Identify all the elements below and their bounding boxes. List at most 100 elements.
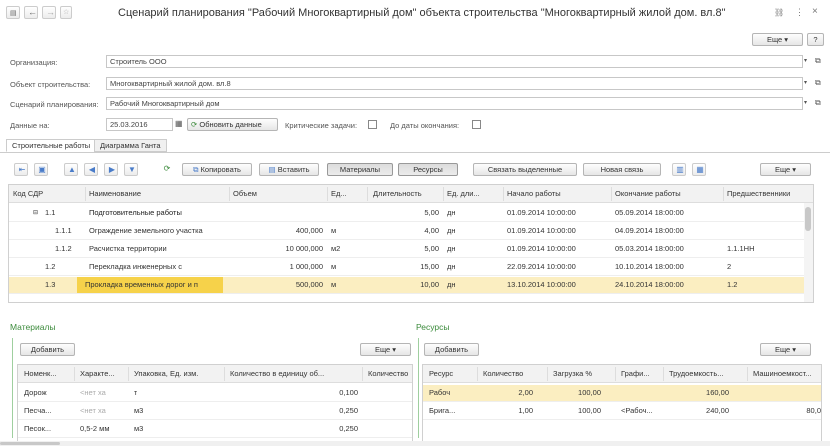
scrollbar-thumb[interactable] [805, 207, 811, 231]
table-row[interactable]: Дорож <нет ха т 0,100 [18, 385, 412, 402]
cell-dunit: дн [447, 244, 456, 253]
org-field[interactable]: Строитель ООО [106, 55, 803, 68]
column-header[interactable]: Машиноемкост... [753, 367, 821, 381]
scenario-field[interactable]: Рабочий Многоквартирный дом [106, 97, 803, 110]
table-row[interactable]: Песча... <нет ха м3 0,250 [18, 403, 412, 420]
critical-checkbox[interactable] [368, 120, 377, 129]
link-icon[interactable]: ⛓ [774, 8, 784, 17]
refresh-data-button[interactable]: ⟳ Обновить данные [187, 118, 278, 131]
date-field[interactable]: 25.03.2016 [106, 118, 173, 131]
column-header[interactable]: Количество [368, 367, 412, 381]
table-row-selected[interactable]: 1.3 Прокладка временных дорог и п 500,00… [9, 277, 813, 294]
refresh-button[interactable]: ⟳ [160, 163, 174, 176]
table-row[interactable]: ⊟ 1.1 Подготовительные работы 5,00 дн 01… [9, 205, 813, 222]
close-icon[interactable]: × [812, 6, 818, 17]
tab-gantt[interactable]: Диаграмма Ганта [94, 139, 167, 152]
forward-button[interactable]: → [42, 6, 56, 19]
refresh-icon: ⟳ [191, 120, 198, 129]
toolbar-more-button[interactable]: Еще ▾ [760, 163, 811, 176]
cell-name: Перекладка инженерных с [89, 262, 183, 271]
cell-code: 1.1.2 [55, 244, 72, 253]
materials-title: Материалы [10, 322, 56, 332]
column-header[interactable]: Ресурс [429, 367, 473, 381]
cell-labor: 240,00 [706, 406, 729, 415]
move-down-button[interactable]: ▼ [124, 163, 138, 176]
arrow-down-icon: ▼ [128, 165, 136, 174]
column-header[interactable]: Наименование [89, 187, 229, 201]
link-selected-button[interactable]: Связать выделенные [473, 163, 577, 176]
scenario-dropdown-button[interactable]: ▾ [804, 97, 814, 110]
open-icon[interactable]: ⧉ [815, 78, 821, 88]
open-icon[interactable]: ⧉ [815, 98, 821, 108]
column-header[interactable]: Упаковка, Ед. изм. [134, 367, 224, 381]
column-header[interactable]: Количество в единицу об... [230, 367, 358, 381]
resources-add-button[interactable]: Добавить [424, 343, 479, 356]
org-dropdown-button[interactable]: ▾ [804, 55, 814, 68]
column-header[interactable]: Длительность [373, 187, 443, 201]
column-header[interactable]: Код СДР [13, 187, 73, 201]
object-dropdown-button[interactable]: ▾ [804, 77, 814, 90]
column-header[interactable]: Загрузка % [553, 367, 613, 381]
column-header[interactable]: Характе... [80, 367, 126, 381]
column-header[interactable]: Предшественники [727, 187, 807, 201]
cell-unit: м [331, 280, 337, 289]
toolbar-more-label: Еще [774, 165, 791, 174]
resources-button[interactable]: Ресурсы [398, 163, 458, 176]
bookmark-button[interactable]: ☆ [60, 6, 72, 19]
cell-pack: м3 [134, 424, 144, 433]
vertical-scrollbar[interactable] [804, 203, 813, 302]
column-header[interactable]: Графи... [621, 367, 661, 381]
bottom-scrollbar[interactable] [0, 441, 830, 446]
table-row-selected[interactable]: Рабоч 2,00 100,00 160,00 [423, 385, 821, 402]
open-icon[interactable]: ⧉ [815, 56, 821, 66]
tab-construction-works[interactable]: Строительные работы [6, 139, 97, 152]
move-left-button[interactable]: ◀ [84, 163, 98, 176]
move-right-button[interactable]: ▶ [104, 163, 118, 176]
resources-more-button[interactable]: Еще ▾ [760, 343, 811, 356]
table-row[interactable]: 1.1.1 Ограждение земельного участка 400,… [9, 223, 813, 240]
column-header[interactable]: Ед... [331, 187, 361, 201]
paste-button[interactable]: ▤ Вставить [259, 163, 319, 176]
materials-more-button[interactable]: Еще ▾ [360, 343, 411, 356]
column-header[interactable]: Ед. дли... [447, 187, 497, 201]
refresh-icon: ⟳ [163, 164, 171, 173]
column-header[interactable]: Количество [483, 367, 543, 381]
more-button[interactable]: Еще ▾ [752, 33, 803, 46]
cell-end: 24.10.2014 18:00:00 [615, 280, 684, 289]
column-header[interactable]: Объем [233, 187, 313, 201]
deadline-checkbox[interactable] [472, 120, 481, 129]
column-header[interactable]: Номенк... [24, 367, 70, 381]
menu-icon: ▤ [10, 10, 17, 17]
new-link-button[interactable]: Новая связь [583, 163, 661, 176]
save-button[interactable]: ▣ [34, 163, 48, 176]
nav-icon-button[interactable]: ▤ [6, 6, 20, 19]
settings-button[interactable]: ▦ [692, 163, 706, 176]
export-button[interactable]: ▥ [672, 163, 686, 176]
column-header[interactable]: Трудоемкость... [669, 367, 745, 381]
calendar-icon[interactable]: ▦ [175, 119, 183, 128]
help-button[interactable]: ? [807, 33, 824, 46]
indent-icon: ⇤ [18, 165, 26, 174]
cell-name[interactable]: Прокладка временных дорог и п [77, 277, 223, 293]
table-row[interactable]: 1.2 Перекладка инженерных с 1 000,000 м … [9, 259, 813, 276]
copy-button[interactable]: ⧉ Копировать [182, 163, 252, 176]
table-row[interactable]: 1.1.2 Расчистка территории 10 000,000 м2… [9, 241, 813, 258]
kebab-menu-icon[interactable]: ⋮ [795, 7, 804, 18]
cell-name: Брига... [429, 406, 456, 415]
materials-add-button[interactable]: Добавить [20, 343, 75, 356]
org-label: Организация: [10, 58, 58, 67]
collapse-icon[interactable]: ⊟ [33, 206, 38, 220]
scrollbar-thumb[interactable] [0, 442, 60, 445]
column-header[interactable]: Окончание работы [615, 187, 715, 201]
cell-start: 01.09.2014 10:00:00 [507, 226, 576, 235]
cell-duration: 5,00 [424, 208, 439, 217]
materials-button[interactable]: Материалы [327, 163, 393, 176]
column-header[interactable]: Начало работы [507, 187, 597, 201]
move-up-button[interactable]: ▲ [64, 163, 78, 176]
cell-char: <нет ха [80, 406, 106, 415]
indent-button[interactable]: ⇤ [14, 163, 28, 176]
back-button[interactable]: ← [24, 6, 38, 19]
table-row[interactable]: Брига... 1,00 100,00 <Рабоч... 240,00 80… [423, 403, 821, 420]
table-row[interactable]: Песок... 0,5-2 мм м3 0,250 [18, 421, 412, 438]
object-field[interactable]: Многоквартирный жилой дом. вл.8 [106, 77, 803, 90]
